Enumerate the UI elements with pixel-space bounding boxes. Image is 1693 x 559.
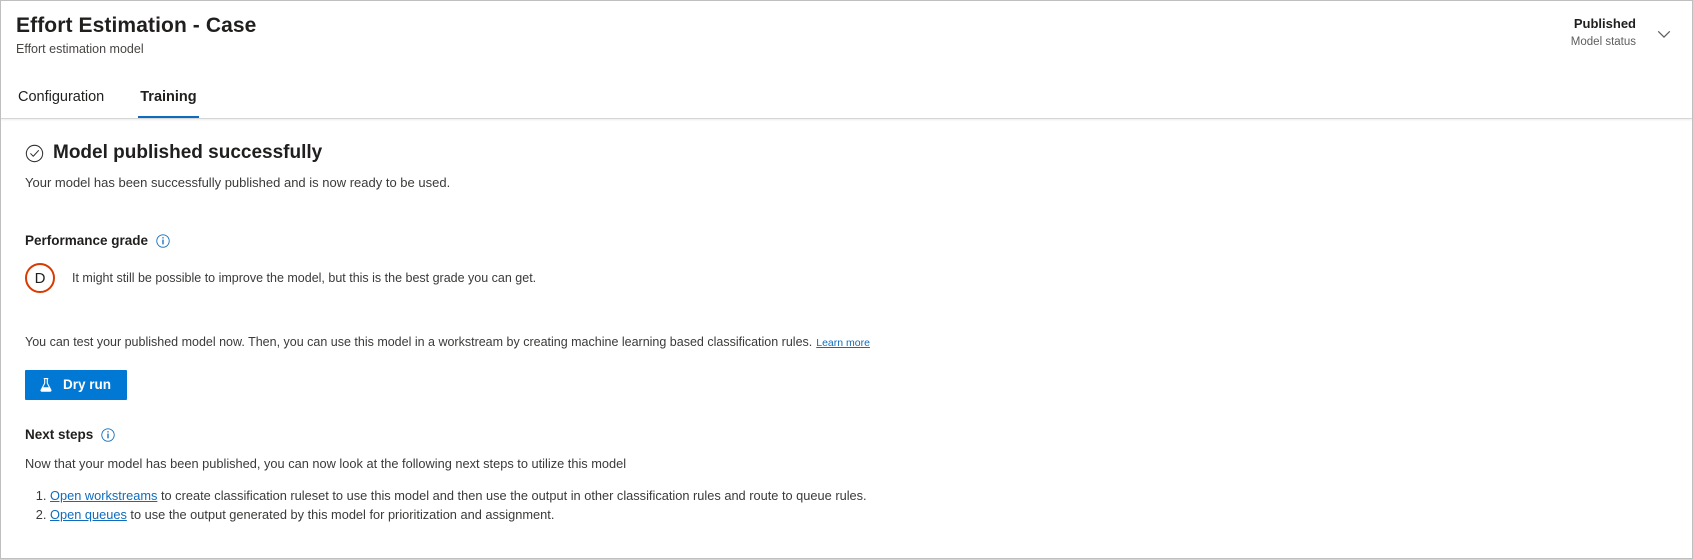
tab-bar: Configuration Training: [16, 76, 231, 118]
test-model-info: You can test your published model now. T…: [25, 334, 1692, 352]
info-icon[interactable]: [156, 234, 170, 248]
dry-run-label: Dry run: [63, 377, 112, 393]
next-steps-description: Now that your model has been published, …: [25, 456, 627, 471]
next-steps-heading: Next steps: [25, 426, 1692, 444]
learn-more-link[interactable]: Learn more: [816, 337, 870, 349]
model-status-text: Published Model status: [1571, 15, 1650, 50]
test-model-text: You can test your published model now. T…: [25, 335, 813, 349]
success-title: Model published successfully: [53, 142, 323, 163]
tab-training[interactable]: Training: [138, 88, 200, 118]
list-item-text: to use the output generated by this mode…: [126, 507, 555, 522]
flask-icon: [38, 377, 54, 393]
status-badge: Published: [1573, 16, 1636, 31]
success-description: Your model has been successfully publish…: [25, 175, 451, 190]
tab-configuration[interactable]: Configuration: [16, 88, 106, 118]
grade-badge: D: [25, 263, 55, 293]
info-icon[interactable]: [101, 428, 115, 442]
model-status-block: Published Model status: [1571, 15, 1678, 52]
open-queues-link[interactable]: Open queues: [50, 507, 127, 522]
performance-grade-heading: Performance grade: [25, 232, 1692, 250]
open-workstreams-link[interactable]: Open workstreams: [50, 488, 157, 503]
page-title: Effort Estimation - Case: [16, 14, 257, 37]
list-item: Open workstreams to create classificatio…: [50, 486, 1692, 505]
model-training-page: Effort Estimation - Case Effort estimati…: [0, 0, 1693, 559]
performance-grade-row: D It might still be possible to improve …: [25, 263, 1692, 293]
training-content: Model published successfully Your model …: [1, 119, 1692, 524]
performance-grade-label: Performance grade: [25, 233, 149, 248]
list-item-text: to create classification ruleset to use …: [157, 488, 867, 503]
list-item: Open queues to use the output generated …: [50, 505, 1692, 524]
status-expand-button[interactable]: [1650, 18, 1678, 52]
success-banner: Model published successfully: [25, 141, 1692, 165]
dry-run-button[interactable]: Dry run: [25, 370, 128, 400]
page-header: Effort Estimation - Case Effort estimati…: [1, 1, 1692, 119]
next-steps-label: Next steps: [25, 427, 94, 442]
page-subtitle: Effort estimation model: [16, 42, 144, 56]
status-caption: Model status: [1570, 36, 1636, 48]
header-title-block: Effort Estimation - Case Effort estimati…: [16, 13, 256, 58]
chevron-down-icon: [1656, 26, 1672, 45]
next-steps-list: Open workstreams to create classificatio…: [25, 486, 1692, 524]
grade-description: It might still be possible to improve th…: [72, 270, 537, 285]
check-circle-icon: [25, 144, 44, 163]
